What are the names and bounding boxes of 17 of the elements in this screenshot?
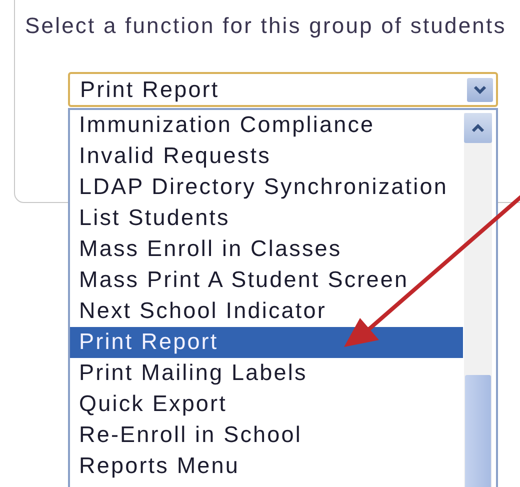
dropdown-option[interactable]: Print Mailing Labels (70, 358, 463, 389)
dropdown-option[interactable]: Re-Enroll in School (70, 420, 463, 451)
dropdown-option[interactable]: Mass Enroll in Classes (70, 234, 463, 265)
dropdown-option[interactable]: Invalid Requests (70, 141, 463, 172)
dropdown-option[interactable]: List Students (70, 203, 463, 234)
dropdown-option[interactable]: Print Report (70, 327, 463, 358)
scrollbar-thumb[interactable] (465, 375, 491, 487)
dropdown-option[interactable]: Quick Export (70, 389, 463, 420)
dropdown-option[interactable]: Next School Indicator (70, 296, 463, 327)
function-select[interactable]: Print Report (68, 72, 498, 107)
dropdown-option[interactable]: Mass Print A Student Screen (70, 265, 463, 296)
dropdown-option[interactable]: Reports Menu (70, 451, 463, 482)
scrollbar[interactable] (464, 113, 492, 487)
panel-heading: Select a function for this group of students (25, 12, 506, 40)
dropdown-option[interactable]: LDAP Directory Synchronization (70, 172, 463, 203)
scroll-up-icon[interactable] (464, 113, 492, 143)
dropdown-option[interactable]: Immunization Compliance (70, 110, 463, 141)
